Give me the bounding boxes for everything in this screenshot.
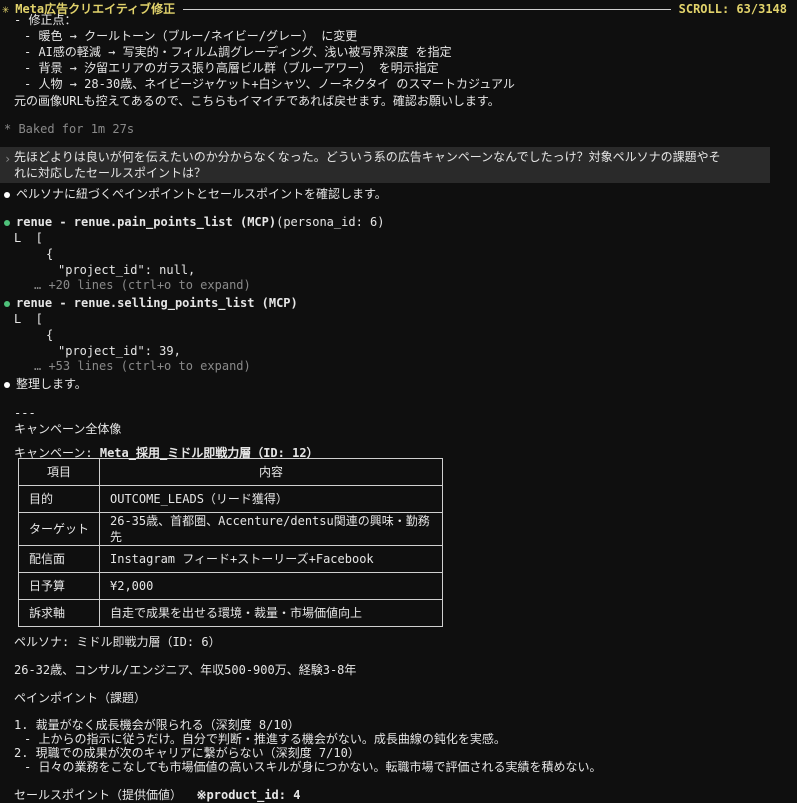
selling-points-title: セールスポイント（提供価値） ※product_id: 4 [14, 788, 301, 802]
tool-call-selling-points[interactable]: renue - renue.selling_points_list (MCP) [4, 295, 298, 311]
edits-note: 元の画像URLも控えてあるので、こちらもイマイチであれば戻せます。確認お願いしま… [14, 94, 500, 108]
status-dot-icon [4, 219, 10, 226]
table-cell: 自走で成果を出せる環境・裁量・市場価値向上 [99, 599, 443, 627]
persona-description: 26-32歳、コンサル/エンジニア、年収500-900万、経験3-8年 [14, 663, 357, 677]
edit-item: - 人物 → 28-30歳、ネイビージャケット+白シャツ、ノーネクタイ のスマー… [24, 77, 515, 91]
scroll-indicator: SCROLL: 63/3148 [678, 2, 787, 16]
assistant-message: ペルソナに紐づくペインポイントとセールスポイントを確認します。 [4, 186, 387, 202]
quote-marker: › [4, 152, 12, 166]
table-cell: ¥2,000 [99, 572, 443, 600]
edit-item: - 暖色 → クールトーン（ブルー/ネイビー/グレー） に変更 [24, 29, 358, 43]
table-row: 目的 OUTCOME_LEADS（リード獲得） [18, 485, 443, 513]
pain-points-title: ペインポイント（課題） [14, 691, 147, 705]
tool-output-field: "project_id": 39, [58, 344, 181, 358]
edit-item: - 背景 → 汐留エリアのガラス張り高層ビル群（ブルーアワー） を明示指定 [24, 61, 439, 75]
table-row: 配信面 Instagram フィード+ストーリーズ+Facebook [18, 545, 443, 573]
table-row: 日予算 ¥2,000 [18, 572, 443, 600]
edit-item: - AI感の軽減 → 写実的・フィルム調グレーディング、浅い被写界深度 を指定 [24, 45, 452, 59]
bullet-icon [4, 381, 10, 388]
table-row: 訴求軸 自走で成果を出せる環境・裁量・市場価値向上 [18, 599, 443, 627]
persona-title: ペルソナ: ミドル即戦力層（ID: 6） [14, 635, 221, 649]
tool-call-pain-points[interactable]: renue - renue.pain_points_list (MCP)(per… [4, 214, 384, 230]
table-header-cell: 内容 [99, 458, 443, 486]
table-cell: 配信面 [18, 545, 100, 573]
edits-heading: - 修正点： [14, 13, 77, 27]
assistant-message: 整理します。 [4, 376, 87, 392]
tool-output-brace: { [46, 247, 54, 261]
user-message-line: 先ほどよりは良いが何を伝えたいのか分からなくなった。どういう系の広告キャンペーン… [14, 150, 721, 164]
user-message: › 先ほどよりは良いが何を伝えたいのか分からなくなった。どういう系の広告キャンペ… [0, 147, 770, 183]
table-cell: OUTCOME_LEADS（リード獲得） [99, 485, 443, 513]
table-cell: Instagram フィード+ストーリーズ+Facebook [99, 545, 443, 573]
table-cell: ターゲット [18, 512, 100, 546]
title-divider [183, 8, 671, 10]
status-dot-icon [4, 300, 10, 307]
tool-output-bracket: L [ [14, 312, 43, 326]
expand-hint[interactable]: … +53 lines (ctrl+o to expand) [34, 358, 251, 374]
title-bar: ✳ Meta広告クリエイティブ修正 SCROLL: 63/3148 [0, 0, 797, 18]
bullet-icon [4, 191, 10, 198]
user-message-line: れに対応したセールスポイントは？ [14, 166, 207, 180]
expand-hint[interactable]: … +20 lines (ctrl+o to expand) [34, 277, 251, 293]
sparkle-icon: ✳ [2, 2, 10, 16]
divider-text: --- [14, 406, 36, 420]
overview-title: キャンペーン全体像 [14, 422, 122, 436]
campaign-table: 項目 内容 目的 OUTCOME_LEADS（リード獲得） ターゲット 26-3… [18, 458, 443, 627]
tool-output-brace: { [46, 328, 54, 342]
table-cell: 目的 [18, 485, 100, 513]
tool-output-field: "project_id": null, [58, 263, 196, 277]
tool-output-bracket: L [ [14, 231, 43, 245]
table-cell: 日予算 [18, 572, 100, 600]
table-header-cell: 項目 [18, 458, 100, 486]
pain-point-detail: - 日々の業務をこなしても市場価値の高いスキルが身につかない。転職市場で評価され… [24, 760, 602, 774]
table-header-row: 項目 内容 [18, 458, 443, 486]
table-row: ターゲット 26-35歳、首都圏、Accenture/dentsu関連の興味・勤… [18, 512, 443, 546]
table-cell: 訴求軸 [18, 599, 100, 627]
table-cell: 26-35歳、首都圏、Accenture/dentsu関連の興味・勤務先 [99, 512, 443, 546]
baked-status: * Baked for 1m 27s [4, 122, 135, 136]
